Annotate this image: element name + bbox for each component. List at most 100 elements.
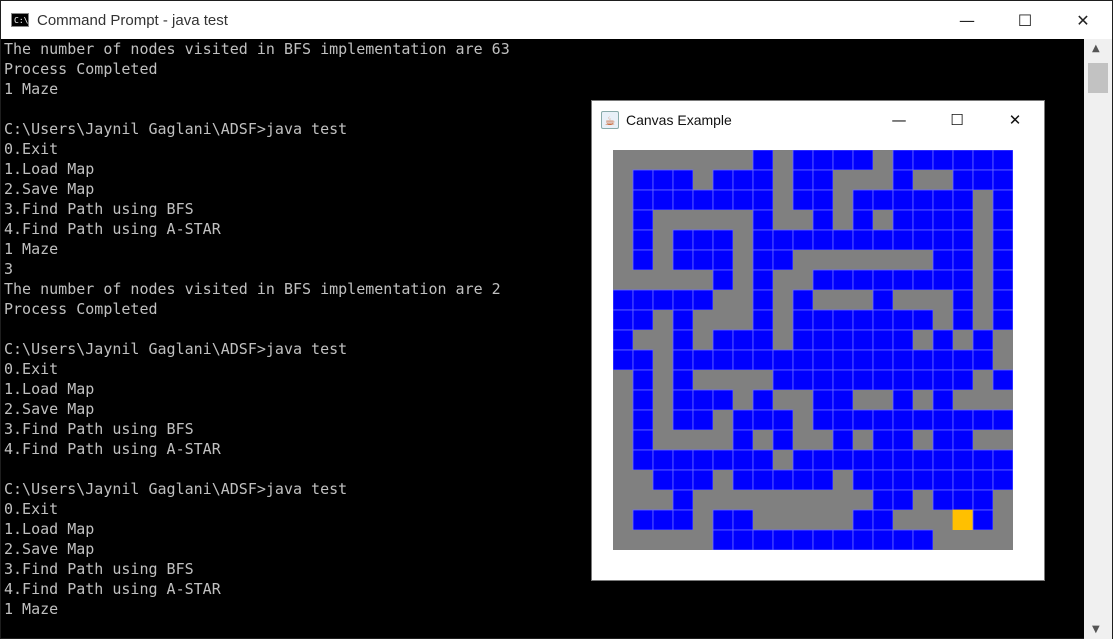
- maximize-icon[interactable]: ☐: [996, 1, 1054, 39]
- maze-open-cell: [992, 449, 1013, 471]
- maze-wall-cell: [853, 170, 873, 190]
- maze-open-cell: [712, 229, 734, 251]
- maze-open-cell: [872, 509, 894, 531]
- maze-wall-cell: [713, 490, 733, 510]
- maze-wall-cell: [993, 510, 1013, 530]
- maze-wall-cell: [913, 250, 933, 270]
- maze-wall-cell: [773, 290, 793, 310]
- maze-open-cell: [932, 469, 954, 491]
- maze-open-cell: [932, 389, 954, 411]
- maze-open-cell: [832, 429, 854, 451]
- maze-wall-cell: [793, 210, 813, 230]
- maze-open-cell: [732, 409, 754, 431]
- maze-open-cell: [792, 169, 814, 191]
- maze-open-cell: [772, 249, 794, 271]
- maze-open-cell: [712, 169, 734, 191]
- maze-open-cell: [613, 309, 634, 331]
- maze-open-cell: [872, 529, 894, 550]
- maze-open-cell: [852, 469, 874, 491]
- maze-open-cell: [932, 449, 954, 471]
- maze-wall-cell: [853, 290, 873, 310]
- maze-open-cell: [632, 449, 654, 471]
- maze-open-cell: [792, 189, 814, 211]
- console-line: 1 Maze: [4, 80, 59, 98]
- maze-wall-cell: [873, 210, 893, 230]
- maze-wall-cell: [733, 210, 753, 230]
- console-scrollbar[interactable]: ▲ ▼: [1084, 39, 1112, 639]
- maze-open-cell: [892, 209, 914, 231]
- maze-open-cell: [952, 349, 974, 371]
- cmd-titlebar[interactable]: C:\. Command Prompt - java test — ☐ ✕: [1, 1, 1112, 39]
- maze-open-cell: [952, 249, 974, 271]
- maze-open-cell: [692, 189, 714, 211]
- maze-wall-cell: [773, 270, 793, 290]
- maze-open-cell: [892, 309, 914, 331]
- maze-wall-cell: [733, 270, 753, 290]
- maze-open-cell: [872, 449, 894, 471]
- maze-wall-cell: [733, 230, 753, 250]
- maze-wall-cell: [993, 390, 1013, 410]
- maze-wall-cell: [653, 270, 673, 290]
- maze-wall-cell: [653, 490, 673, 510]
- maze-wall-cell: [973, 210, 993, 230]
- maze-open-cell: [892, 269, 914, 291]
- maze-canvas: [613, 150, 1013, 550]
- scroll-down-icon[interactable]: ▼: [1092, 624, 1100, 635]
- minimize-icon[interactable]: —: [870, 101, 928, 139]
- maze-open-cell: [712, 189, 734, 211]
- maze-wall-cell: [973, 270, 993, 290]
- maze-wall-cell: [693, 270, 713, 290]
- maze-open-cell: [752, 449, 774, 471]
- maze-open-cell: [972, 449, 994, 471]
- maze-wall-cell: [913, 510, 933, 530]
- minimize-icon[interactable]: —: [938, 1, 996, 39]
- maze-wall-cell: [633, 530, 653, 550]
- maximize-icon[interactable]: ☐: [928, 101, 986, 139]
- maze-open-cell: [692, 449, 714, 471]
- maze-open-cell: [692, 349, 714, 371]
- scroll-up-icon[interactable]: ▲: [1092, 43, 1100, 54]
- maze-open-cell: [972, 509, 994, 531]
- maze-open-cell: [892, 150, 914, 171]
- maze-wall-cell: [853, 490, 873, 510]
- maze-open-cell: [632, 229, 654, 251]
- maze-wall-cell: [633, 270, 653, 290]
- maze-wall-cell: [613, 510, 633, 530]
- maze-wall-cell: [613, 530, 633, 550]
- maze-open-cell: [992, 189, 1013, 211]
- maze-wall-cell: [793, 390, 813, 410]
- maze-wall-cell: [793, 490, 813, 510]
- maze-open-cell: [732, 449, 754, 471]
- close-icon[interactable]: ✕: [1054, 1, 1112, 39]
- maze-open-cell: [992, 409, 1013, 431]
- maze-open-cell: [912, 529, 934, 550]
- maze-open-cell: [952, 469, 974, 491]
- maze-open-cell: [712, 249, 734, 271]
- maze-open-cell: [812, 150, 834, 171]
- maze-wall-cell: [833, 210, 853, 230]
- maze-wall-cell: [613, 250, 633, 270]
- maze-open-cell: [672, 229, 694, 251]
- maze-wall-cell: [773, 210, 793, 230]
- maze-open-cell: [632, 409, 654, 431]
- maze-wall-cell: [613, 210, 633, 230]
- maze-open-cell: [712, 509, 734, 531]
- maze-open-cell: [772, 369, 794, 391]
- cmd-window-controls: — ☐ ✕: [938, 1, 1112, 39]
- maze-wall-cell: [773, 170, 793, 190]
- canvas-titlebar[interactable]: ☕ Canvas Example — ☐ ✕: [592, 101, 1044, 139]
- maze-open-cell: [932, 329, 954, 351]
- maze-wall-cell: [653, 390, 673, 410]
- maze-open-cell: [852, 349, 874, 371]
- maze-wall-cell: [633, 330, 653, 350]
- maze-open-cell: [952, 409, 974, 431]
- maze-wall-cell: [753, 490, 773, 510]
- maze-open-cell: [872, 489, 894, 511]
- maze-open-cell: [752, 249, 774, 271]
- maze-wall-cell: [853, 430, 873, 450]
- close-icon[interactable]: ✕: [986, 101, 1044, 139]
- maze-open-cell: [772, 229, 794, 251]
- scroll-thumb[interactable]: [1088, 63, 1108, 93]
- maze-open-cell: [912, 349, 934, 371]
- maze-wall-cell: [733, 310, 753, 330]
